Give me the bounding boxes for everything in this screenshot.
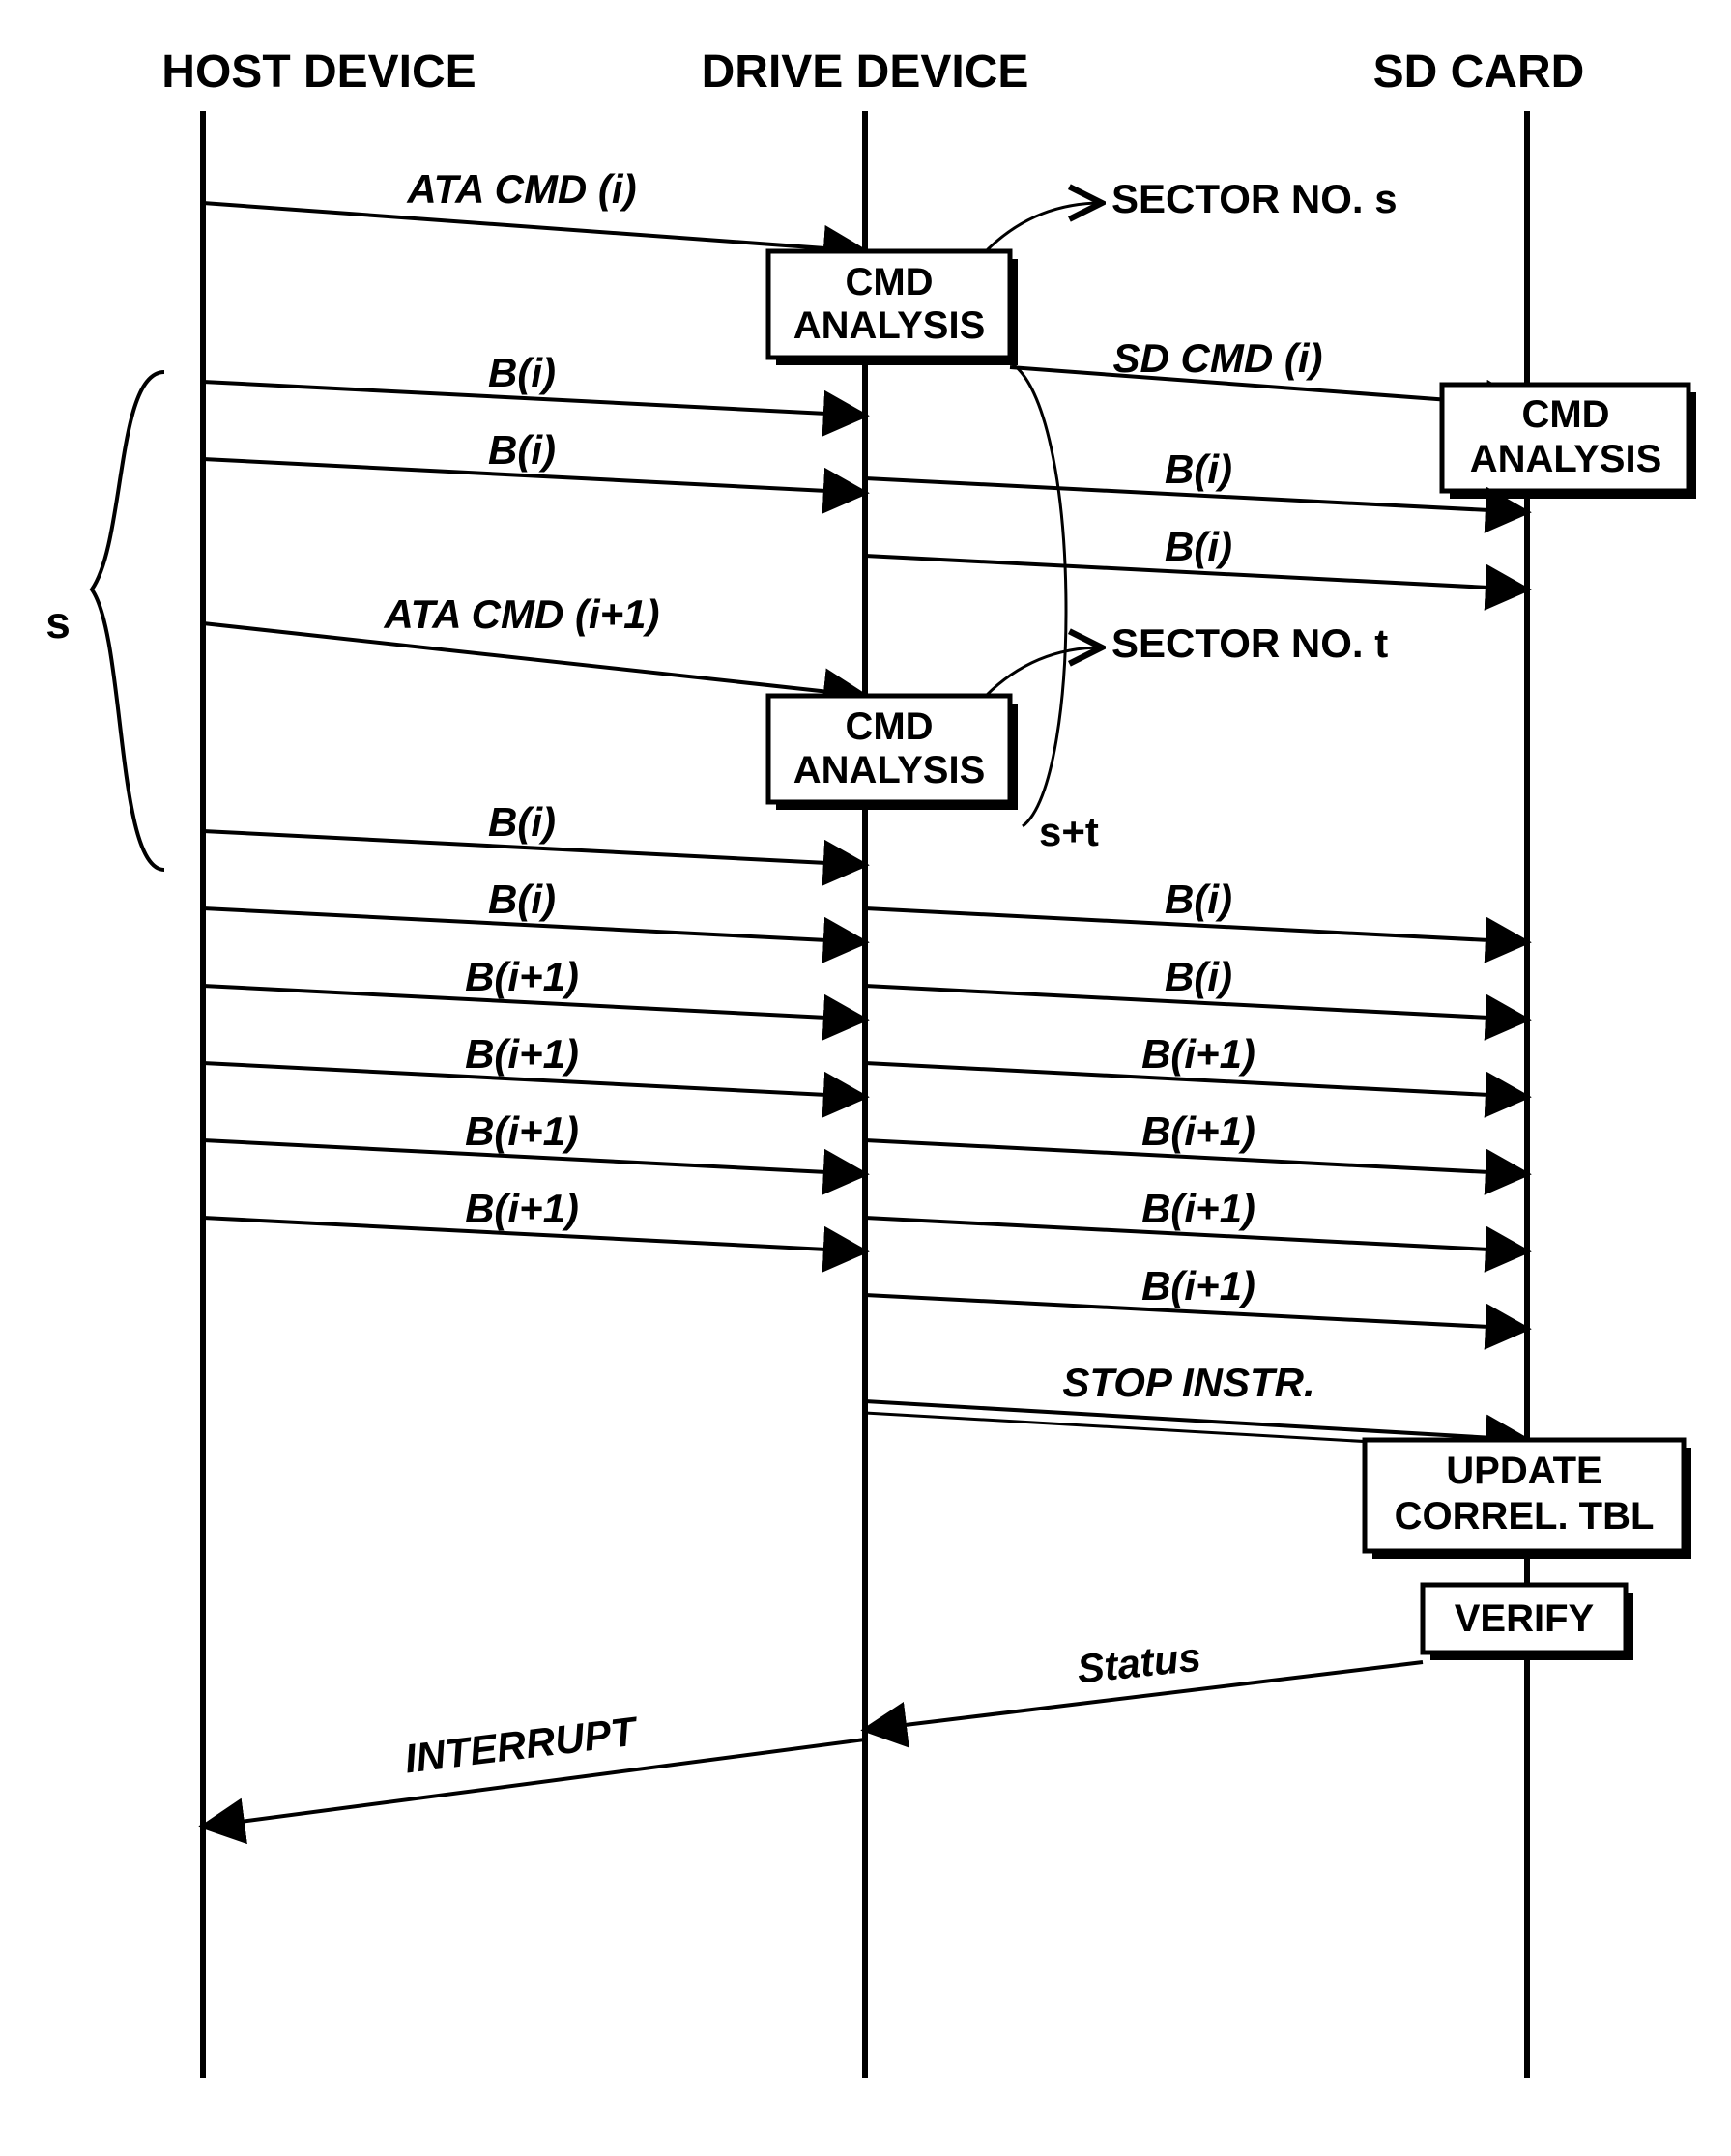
actor-host: HOST DEVICE <box>161 46 476 98</box>
arrow-stop-instr-1 <box>865 1401 1527 1440</box>
cmd-analysis-3-line2: ANALYSIS <box>793 749 986 791</box>
label-brace-s: s <box>45 597 71 647</box>
label-host-bi1-1: B(i+1) <box>465 954 579 999</box>
pointer-sector-s <box>986 203 1102 251</box>
cmd-analysis-1-line2: ANALYSIS <box>793 304 986 347</box>
pointer-sector-t <box>986 647 1102 696</box>
label-host-bi-1: B(i) <box>488 350 556 395</box>
label-sector-t: SECTOR NO. t <box>1111 620 1388 666</box>
brace-s <box>92 372 164 870</box>
cmd-analysis-1-line1: CMD <box>845 261 933 303</box>
verify-label: VERIFY <box>1455 1597 1595 1640</box>
label-sd-bi-3: B(i) <box>1165 877 1232 922</box>
label-sd-bi1-4: B(i+1) <box>1141 1263 1255 1308</box>
sequence-diagram: HOST DEVICE DRIVE DEVICE SD CARD ATA CMD… <box>0 0 1731 2156</box>
label-sd-bi1-3: B(i+1) <box>1141 1186 1255 1231</box>
label-splus-t: s+t <box>1039 809 1099 854</box>
label-stop-instr: STOP INSTR. <box>1062 1360 1314 1405</box>
label-host-bi1-2: B(i+1) <box>465 1031 579 1077</box>
cmd-analysis-2-line2: ANALYSIS <box>1470 438 1662 480</box>
label-host-bi-2: B(i) <box>488 427 556 473</box>
label-host-bi1-4: B(i+1) <box>465 1186 579 1231</box>
label-sd-bi-2: B(i) <box>1165 524 1232 569</box>
label-sd-bi-1: B(i) <box>1165 446 1232 492</box>
label-status: Status <box>1075 1633 1203 1691</box>
label-sd-bi-4: B(i) <box>1165 954 1232 999</box>
actor-sd: SD CARD <box>1373 46 1585 98</box>
label-host-bi1-3: B(i+1) <box>465 1108 579 1154</box>
cmd-analysis-3-line1: CMD <box>845 705 933 748</box>
label-sd-bi1-2: B(i+1) <box>1141 1108 1255 1154</box>
curve-splus-t <box>1010 362 1066 826</box>
label-interrupt: INTERRUPT <box>402 1708 642 1781</box>
label-sector-s: SECTOR NO. s <box>1111 176 1398 221</box>
label-ata-cmd-i: ATA CMD (i) <box>406 166 636 212</box>
label-host-bi-4: B(i) <box>488 877 556 922</box>
label-sd-cmd-i: SD CMD (i) <box>1113 335 1323 381</box>
label-sd-bi1-1: B(i+1) <box>1141 1031 1255 1077</box>
cmd-analysis-2-line1: CMD <box>1521 393 1609 436</box>
label-ata-cmd-i1: ATA CMD (i+1) <box>383 591 659 637</box>
label-host-bi-3: B(i) <box>488 799 556 845</box>
update-tbl-l1: UPDATE <box>1446 1450 1601 1492</box>
update-tbl-l2: CORREL. TBL <box>1395 1495 1655 1538</box>
actor-drive: DRIVE DEVICE <box>702 46 1029 98</box>
